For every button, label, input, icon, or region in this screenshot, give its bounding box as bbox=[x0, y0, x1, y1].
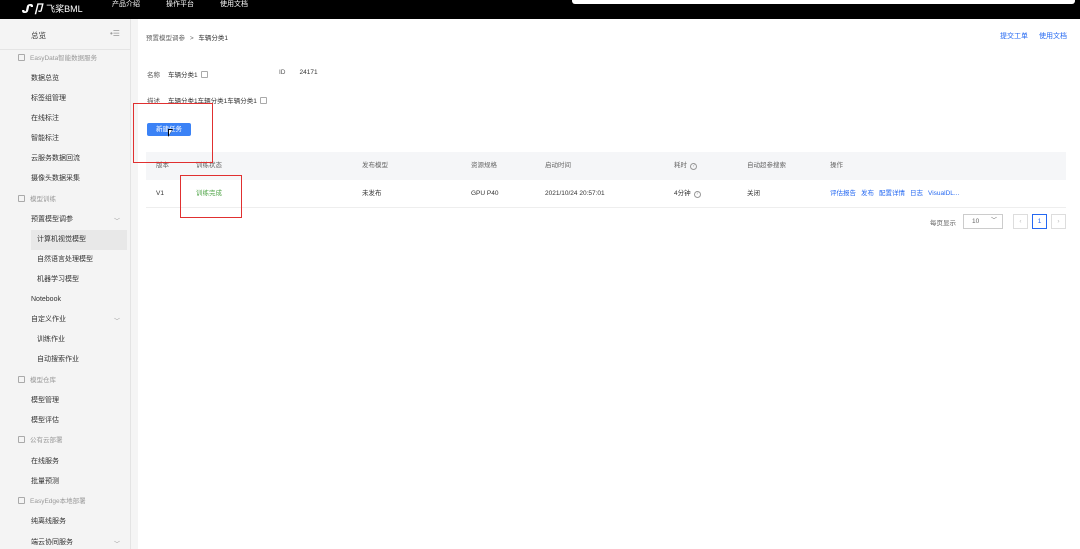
sidebar-item-model-eval[interactable]: 模型评估 bbox=[31, 411, 59, 431]
sidebar-item-custom-job[interactable]: 自定义作业 bbox=[31, 310, 66, 330]
paddle-logo-icon: ᔑ卩 bbox=[22, 1, 44, 16]
sidebar-group-model-repo: 模型仓库 bbox=[18, 371, 56, 391]
col-published: 发布模型 bbox=[362, 162, 388, 169]
help-icon[interactable]: ? bbox=[693, 191, 701, 198]
sidebar-overview-label: 总览 bbox=[31, 31, 46, 40]
name-label: 名称 bbox=[147, 72, 160, 79]
id-row: ID 24171 bbox=[279, 69, 318, 76]
header-links: 提交工单 使用文档 bbox=[989, 31, 1067, 41]
publish-link[interactable]: 发布 bbox=[861, 190, 874, 197]
sidebar: 总览 •☰ EasyData智能数据服务 数据总览 标签组管理 在线标注 智能标… bbox=[0, 19, 131, 549]
next-page-button[interactable]: › bbox=[1051, 214, 1066, 229]
model-repo-icon bbox=[18, 376, 25, 383]
sidebar-item-online-label[interactable]: 在线标注 bbox=[31, 109, 59, 129]
help-icon[interactable]: ? bbox=[690, 163, 697, 170]
sidebar-item-preset-tuning[interactable]: 预置模型调参 bbox=[31, 210, 73, 230]
sidebar-item-notebook[interactable]: Notebook bbox=[31, 290, 61, 310]
top-overlay-bar bbox=[572, 0, 1075, 4]
id-value: 24171 bbox=[299, 69, 318, 76]
docs-link[interactable]: 使用文档 bbox=[1039, 31, 1067, 41]
main-panel: 预置模型调参 > 车辆分类1 提交工单 使用文档 名称 车辆分类1 ID 24171… bbox=[138, 19, 1080, 549]
sidebar-item-auto-search-job[interactable]: 自动搜索作业 bbox=[37, 350, 79, 370]
col-ops: 操作 bbox=[830, 162, 843, 169]
sidebar-group-cloud-deploy: 公有云部署 bbox=[18, 431, 63, 451]
cell-start-time: 2021/10/24 20:57:01 bbox=[545, 190, 605, 197]
sidebar-item-edge-cloud[interactable]: 端云协同服务 bbox=[31, 533, 73, 549]
cell-version: V1 bbox=[156, 190, 164, 197]
pagination: 每页显示 10 ﹀ ‹ 1 › bbox=[930, 214, 1066, 229]
sidebar-overview[interactable]: 总览 •☰ bbox=[0, 19, 130, 50]
top-nav: 产品介绍 操作平台 使用文档 bbox=[112, 0, 274, 10]
table-header: 版本 训练状态 发布模型 资源规格 启动时间 耗时? 自动超参搜索 操作 bbox=[146, 152, 1066, 180]
sidebar-item-model-manage[interactable]: 模型管理 bbox=[31, 391, 59, 411]
sidebar-item-nlp-model[interactable]: 自然语言处理模型 bbox=[37, 250, 93, 270]
breadcrumb-separator: > bbox=[189, 35, 194, 42]
top-nav-bar: ᔑ卩 飞桨BML 产品介绍 操作平台 使用文档 bbox=[0, 0, 1080, 19]
sidebar-item-data-overview[interactable]: 数据总览 bbox=[31, 69, 59, 89]
cell-ops: 评估报告 发布 配置详情 日志 VisualDL... bbox=[830, 180, 964, 208]
sidebar-item-smart-label[interactable]: 智能标注 bbox=[31, 129, 59, 149]
sidebar-item-cloud-flow[interactable]: 云服务数据回流 bbox=[31, 149, 80, 169]
cell-published: 未发布 bbox=[362, 190, 382, 197]
cell-resource: GPU P40 bbox=[471, 190, 499, 197]
sidebar-item-online-service[interactable]: 在线服务 bbox=[31, 452, 59, 472]
per-page-value: 10 bbox=[972, 218, 980, 225]
chevron-down-icon[interactable]: ﹀ bbox=[114, 316, 120, 325]
name-row: 名称 车辆分类1 bbox=[147, 69, 208, 79]
annotation-box-create bbox=[133, 103, 213, 163]
col-resource: 资源规格 bbox=[471, 162, 497, 169]
breadcrumb: 预置模型调参 > 车辆分类1 bbox=[146, 32, 228, 42]
col-start-time: 启动时间 bbox=[545, 162, 571, 169]
edit-icon[interactable] bbox=[200, 71, 208, 78]
model-train-icon bbox=[18, 195, 25, 202]
logo[interactable]: ᔑ卩 飞桨BML bbox=[22, 1, 83, 16]
per-page-select[interactable]: 10 ﹀ bbox=[963, 214, 1003, 229]
nav-platform[interactable]: 操作平台 bbox=[166, 0, 194, 10]
cell-duration: 4分钟? bbox=[674, 180, 701, 208]
nav-product-intro[interactable]: 产品介绍 bbox=[112, 0, 140, 10]
sidebar-item-camera-collect[interactable]: 摄像头数据采集 bbox=[31, 169, 80, 189]
sidebar-item-label-group[interactable]: 标签组管理 bbox=[31, 89, 66, 109]
config-detail-link[interactable]: 配置详情 bbox=[879, 190, 905, 197]
per-page-label: 每页显示 bbox=[930, 219, 956, 227]
page-button-current[interactable]: 1 bbox=[1032, 214, 1047, 229]
visualdl-link[interactable]: VisualDL... bbox=[928, 190, 959, 197]
breadcrumb-current: 车辆分类1 bbox=[198, 35, 229, 42]
sidebar-group-edge-deploy: EasyEdge本地部署 bbox=[18, 492, 86, 512]
logo-text: 飞桨BML bbox=[46, 3, 83, 14]
chevron-down-icon: ﹀ bbox=[990, 218, 997, 224]
sidebar-item-cv-model[interactable]: 计算机视觉模型 bbox=[31, 230, 127, 250]
menu-collapse-icon[interactable]: •☰ bbox=[110, 29, 120, 38]
col-auto-search: 自动超参搜索 bbox=[747, 162, 786, 169]
sidebar-item-ml-model[interactable]: 机器学习模型 bbox=[37, 270, 79, 290]
name-value: 车辆分类1 bbox=[168, 72, 198, 79]
edge-deploy-icon bbox=[18, 497, 25, 504]
nav-docs[interactable]: 使用文档 bbox=[220, 0, 248, 10]
sidebar-item-train-job[interactable]: 训练作业 bbox=[37, 330, 65, 350]
breadcrumb-parent[interactable]: 预置模型调参 bbox=[146, 35, 185, 42]
sidebar-item-batch-predict[interactable]: 批量预测 bbox=[31, 472, 59, 492]
cell-auto-search: 关闭 bbox=[747, 190, 760, 197]
annotation-box-status bbox=[180, 175, 242, 218]
cloud-deploy-icon bbox=[18, 436, 25, 443]
edit-icon[interactable] bbox=[259, 97, 267, 104]
submit-ticket-link[interactable]: 提交工单 bbox=[1000, 31, 1028, 41]
eval-report-link[interactable]: 评估报告 bbox=[830, 190, 856, 197]
chevron-down-icon[interactable]: ﹀ bbox=[114, 539, 120, 548]
sidebar-group-model-train: 模型训练 bbox=[18, 190, 56, 210]
data-service-icon bbox=[18, 54, 25, 61]
log-link[interactable]: 日志 bbox=[910, 190, 923, 197]
id-label: ID bbox=[279, 69, 286, 76]
sidebar-item-offline-service[interactable]: 纯离线服务 bbox=[31, 512, 66, 532]
chevron-down-icon[interactable]: ﹀ bbox=[114, 216, 120, 225]
prev-page-button[interactable]: ‹ bbox=[1013, 214, 1028, 229]
sidebar-group-easydata: EasyData智能数据服务 bbox=[18, 49, 97, 69]
col-duration: 耗时? bbox=[674, 152, 697, 180]
table-row: V1 训练完成 未发布 GPU P40 2021/10/24 20:57:01 … bbox=[146, 180, 1066, 208]
